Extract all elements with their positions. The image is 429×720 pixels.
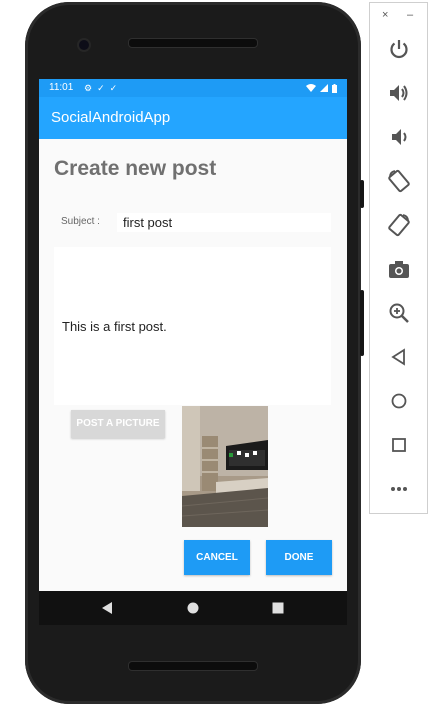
back-icon[interactable] xyxy=(101,602,113,614)
post-body-input[interactable]: This is a first post. xyxy=(54,247,331,405)
back-icon[interactable] xyxy=(387,345,411,369)
page-title: Create new post xyxy=(54,157,217,180)
more-icon[interactable] xyxy=(387,477,411,501)
power-side-button xyxy=(360,180,364,208)
download-check-icon: ✓ xyxy=(109,83,123,93)
post-picture-button[interactable]: POST A PICTURE xyxy=(71,410,165,438)
volume-down-icon[interactable] xyxy=(387,125,411,149)
recents-icon[interactable] xyxy=(272,602,284,614)
post-body-text: This is a first post. xyxy=(62,319,167,334)
camera-icon[interactable] xyxy=(387,257,411,281)
volume-side-button xyxy=(360,290,364,356)
device-screen: 11:01 ⚙✓✓ SocialAndroidApp Create new po… xyxy=(39,79,347,591)
front-camera xyxy=(77,38,91,52)
power-icon[interactable] xyxy=(387,37,411,61)
subject-input[interactable]: first post xyxy=(117,213,331,232)
notification-icons: ⚙✓✓ xyxy=(84,79,122,97)
app-title: SocialAndroidApp xyxy=(51,109,171,126)
attached-photo xyxy=(182,406,268,527)
bottom-speaker xyxy=(128,661,258,671)
home-icon[interactable] xyxy=(387,389,411,413)
top-speaker xyxy=(128,38,258,48)
battery-icon xyxy=(332,83,337,93)
signal-icon xyxy=(320,84,328,92)
wifi-icon xyxy=(306,84,316,92)
status-bar: 11:01 ⚙✓✓ xyxy=(39,79,347,97)
zoom-icon[interactable] xyxy=(387,301,411,325)
download-check-icon: ✓ xyxy=(97,83,110,93)
rotate-left-icon[interactable] xyxy=(387,169,411,193)
done-button[interactable]: DONE xyxy=(266,540,332,575)
gear-icon: ⚙ xyxy=(84,83,98,93)
status-time: 11:01 xyxy=(49,82,74,93)
volume-up-icon[interactable] xyxy=(387,81,411,105)
navigation-bar xyxy=(39,591,347,625)
cancel-button[interactable]: CANCEL xyxy=(184,540,250,575)
overview-icon[interactable] xyxy=(387,433,411,457)
rotate-right-icon[interactable] xyxy=(387,213,411,237)
system-icons xyxy=(306,79,337,97)
home-icon[interactable] xyxy=(187,602,199,614)
close-icon[interactable]: × xyxy=(382,9,388,21)
emulator-toolbar: × – xyxy=(369,2,428,514)
app-bar: SocialAndroidApp xyxy=(39,97,347,139)
minimize-icon[interactable]: – xyxy=(407,9,413,21)
subject-label: Subject : xyxy=(61,216,100,227)
